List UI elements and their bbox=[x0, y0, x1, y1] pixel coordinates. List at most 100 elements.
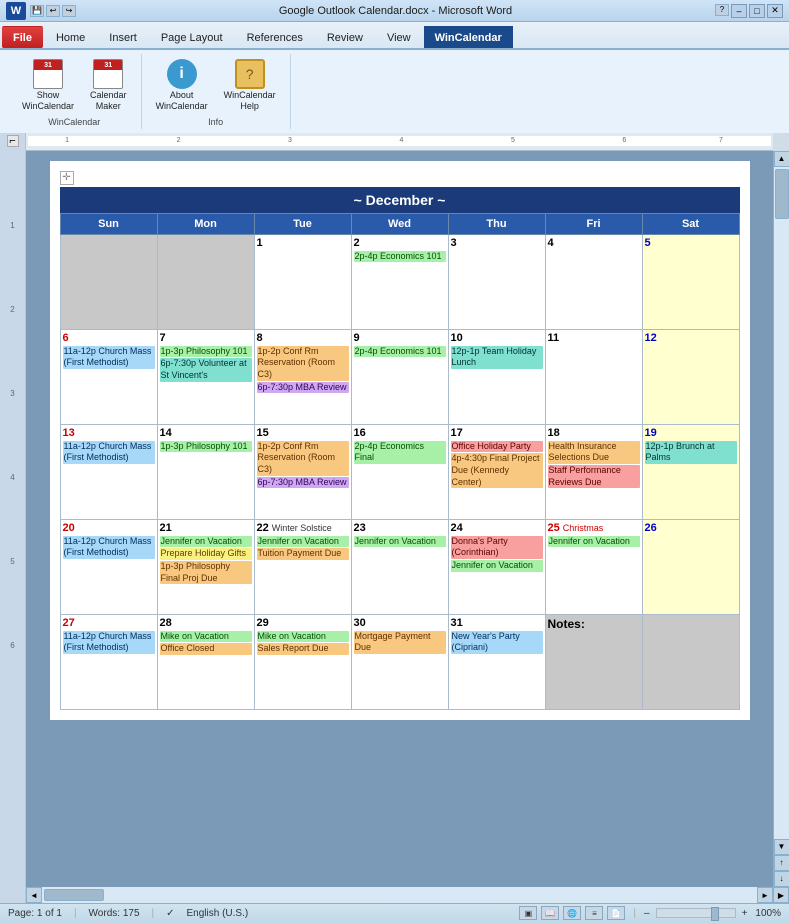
calendar-cell: 18 Health Insurance Selections DueStaff P… bbox=[545, 424, 642, 519]
header-sun: Sun bbox=[60, 213, 157, 234]
scroll-up-btn[interactable]: ▲ bbox=[774, 151, 789, 167]
web-layout-btn[interactable]: 🌐 bbox=[563, 906, 581, 920]
redo-icon[interactable]: ↪ bbox=[62, 5, 76, 17]
calendar-event: 1p-2p Conf Rm Reservation (Room C3) bbox=[257, 441, 349, 476]
day-number: 1 bbox=[257, 237, 349, 249]
day-number: 28 bbox=[160, 617, 252, 629]
outline-btn[interactable]: ≡ bbox=[585, 906, 603, 920]
print-layout-btn[interactable]: ▣ bbox=[519, 906, 537, 920]
scroll-pagedown-btn[interactable]: ↓ bbox=[774, 871, 789, 887]
calendar-cell: 4 bbox=[545, 234, 642, 329]
tab-file[interactable]: File bbox=[2, 26, 43, 48]
scroll-track[interactable] bbox=[774, 167, 789, 839]
calendar-cell: 17Office Holiday Party4p-4:30p Final Pro… bbox=[448, 424, 545, 519]
h-scroll-track[interactable] bbox=[42, 887, 757, 903]
calendar-cell: 26 bbox=[642, 519, 739, 614]
wincalendar-help-button[interactable]: ? WinCalendarHelp bbox=[218, 56, 282, 114]
calendar-cell bbox=[60, 234, 157, 329]
ribbon-content: 31 ShowWinCalendar 31 CalendarMaker WinC… bbox=[0, 49, 789, 133]
ribbon-tabs: File Home Insert Page Layout References … bbox=[0, 22, 789, 48]
day-number: 22 Winter Solstice bbox=[257, 522, 349, 534]
draft-btn[interactable]: 📄 bbox=[607, 906, 625, 920]
about-label: AboutWinCalendar bbox=[156, 90, 208, 112]
zoom-slider[interactable] bbox=[656, 908, 736, 918]
close-btn[interactable]: ✕ bbox=[767, 4, 783, 18]
calendar-event: 1p-3p Philosophy 101 bbox=[160, 346, 252, 358]
calendar-event: Sales Report Due bbox=[257, 643, 349, 655]
calendar-event: 1p-3p Philosophy 101 bbox=[160, 441, 252, 453]
page-info: Page: 1 of 1 bbox=[8, 908, 62, 919]
ribbon-info-items: i AboutWinCalendar ? WinCalendarHelp bbox=[150, 56, 282, 114]
scroll-right-btn[interactable]: ► bbox=[757, 887, 773, 903]
minimize-btn[interactable]: – bbox=[731, 4, 747, 18]
day-number: 30 bbox=[354, 617, 446, 629]
scroll-thumb[interactable] bbox=[775, 169, 789, 219]
zoom-minus[interactable]: – bbox=[644, 908, 650, 919]
tab-review[interactable]: Review bbox=[316, 26, 374, 48]
scroll-down-btn[interactable]: ▼ bbox=[774, 839, 789, 855]
scrollbar-vertical[interactable]: ▲ ▼ ↑ ↓ bbox=[773, 151, 789, 887]
calendar-event: 12p-1p Team Holiday Lunch bbox=[451, 346, 543, 369]
ruler-inner: 1 2 3 4 5 6 7 bbox=[28, 136, 771, 146]
scroll-left-btn[interactable]: ◄ bbox=[26, 887, 42, 903]
calendar-cell: 2711a-12p Church Mass (First Methodist) bbox=[60, 614, 157, 709]
ruler-marks: 1 2 3 4 5 6 7 bbox=[28, 136, 771, 146]
tab-wincalendar[interactable]: WinCalendar bbox=[424, 26, 513, 48]
scroll-end-btn[interactable]: ▶ bbox=[773, 887, 789, 903]
calendar-cell: 92p-4p Economics 101 bbox=[351, 329, 448, 424]
help-icon: ? bbox=[234, 58, 266, 90]
day-number: 18 bbox=[548, 427, 640, 439]
calendar-cell: 2 2p-4p Economics 101 bbox=[351, 234, 448, 329]
day-number: 8 bbox=[257, 332, 349, 344]
tab-insert[interactable]: Insert bbox=[98, 26, 148, 48]
calendar-event: 2p-4p Economics Final bbox=[354, 441, 446, 464]
zoom-thumb[interactable] bbox=[711, 907, 719, 921]
calendar-event: 2p-4p Economics 101 bbox=[354, 251, 446, 263]
calendar-cell: 1 bbox=[254, 234, 351, 329]
calendar-maker-label: CalendarMaker bbox=[90, 90, 127, 112]
header-sat: Sat bbox=[642, 213, 739, 234]
day-number: 14 bbox=[160, 427, 252, 439]
tab-references[interactable]: References bbox=[236, 26, 314, 48]
day-number: 6 bbox=[63, 332, 155, 344]
calendar-event: Office Holiday Party bbox=[451, 441, 543, 453]
about-wincalendar-button[interactable]: i AboutWinCalendar bbox=[150, 56, 214, 114]
title-bar-left: W 💾 ↩ ↪ bbox=[6, 2, 76, 20]
h-scroll-thumb[interactable] bbox=[44, 889, 104, 901]
wincalendar-group-label: WinCalendar bbox=[48, 117, 100, 127]
zoom-plus[interactable]: + bbox=[742, 908, 748, 919]
title-bar-controls: ? – □ ✕ bbox=[715, 4, 783, 18]
scrollbar-horizontal[interactable]: ◄ ► ▶ bbox=[0, 887, 789, 903]
ribbon-group-wincalendar: 31 ShowWinCalendar 31 CalendarMaker WinC… bbox=[8, 54, 142, 129]
calendar-maker-button[interactable]: 31 CalendarMaker bbox=[84, 56, 133, 114]
calendar-event: 1p-3p Philosophy Final Proj Due bbox=[160, 561, 252, 584]
quick-save-icon[interactable]: 💾 bbox=[30, 5, 44, 17]
tab-view[interactable]: View bbox=[376, 26, 422, 48]
day-number: 17 bbox=[451, 427, 543, 439]
info-group-label: Info bbox=[208, 117, 223, 127]
tab-home[interactable]: Home bbox=[45, 26, 96, 48]
ruler-toggle[interactable]: ⌐ bbox=[7, 135, 19, 147]
undo-icon[interactable]: ↩ bbox=[46, 5, 60, 17]
window-title: Google Outlook Calendar.docx - Microsoft… bbox=[76, 5, 715, 17]
day-number: 12 bbox=[645, 332, 737, 344]
h-scroll-left-pad bbox=[0, 887, 26, 903]
day-number: 2 bbox=[354, 237, 446, 249]
tab-page-layout[interactable]: Page Layout bbox=[150, 26, 234, 48]
maximize-btn[interactable]: □ bbox=[749, 4, 765, 18]
day-number: 26 bbox=[645, 522, 737, 534]
calendar-event: Tuition Payment Due bbox=[257, 548, 349, 560]
calendar-event: Staff Performance Reviews Due bbox=[548, 465, 640, 488]
day-number: 29 bbox=[257, 617, 349, 629]
help-btn[interactable]: ? bbox=[715, 4, 729, 16]
spell-check-icon: ✓ bbox=[166, 908, 174, 919]
scroll-pageup-btn[interactable]: ↑ bbox=[774, 855, 789, 871]
calendar-event: New Year's Party (Cipriani) bbox=[451, 631, 543, 654]
calendar-event: Jennifer on Vacation bbox=[257, 536, 349, 548]
full-reading-btn[interactable]: 📖 bbox=[541, 906, 559, 920]
show-wincalendar-button[interactable]: 31 ShowWinCalendar bbox=[16, 56, 80, 114]
calendar-maker-icon: 31 bbox=[92, 58, 124, 90]
day-number: 19 bbox=[645, 427, 737, 439]
calendar-event: 12p-1p Brunch at Palms bbox=[645, 441, 737, 464]
calendar-event: Health Insurance Selections Due bbox=[548, 441, 640, 464]
